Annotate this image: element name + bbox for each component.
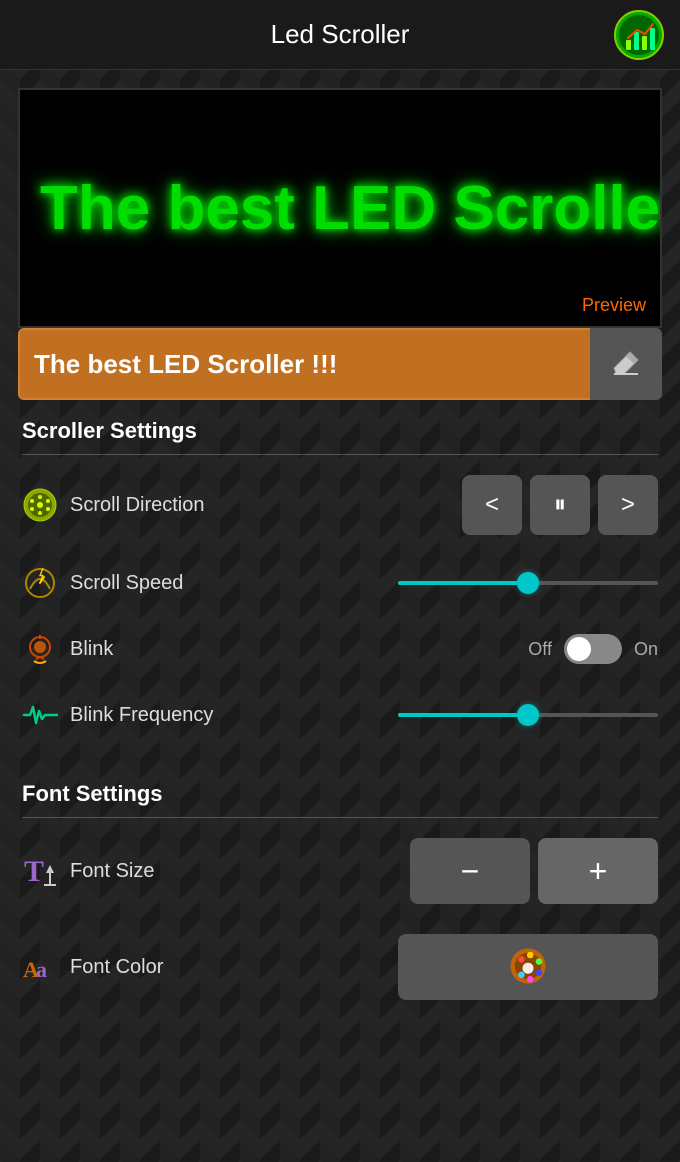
input-bar: The best LED Scroller !!! <box>18 328 662 400</box>
clear-button[interactable] <box>590 328 662 400</box>
scroll-left-button[interactable]: < <box>462 475 522 535</box>
font-color-label: A a Font Color <box>22 949 163 985</box>
blink-toggle[interactable] <box>564 634 622 664</box>
plus-icon: + <box>589 853 608 890</box>
analytics-icon[interactable] <box>614 10 664 60</box>
font-size-controls: − + <box>410 838 658 904</box>
palette-icon <box>506 944 550 991</box>
scroll-speed-text: Scroll Speed <box>70 572 183 595</box>
font-color-text: Font Color <box>70 956 163 979</box>
blink-frequency-text: Blink Frequency <box>70 704 213 727</box>
blink-icon <box>22 631 58 667</box>
blink-frequency-icon <box>22 697 58 733</box>
font-color-button[interactable] <box>398 934 658 1000</box>
header: Led Scroller <box>0 0 680 70</box>
blink-row: Blink Off On <box>22 631 658 667</box>
blink-off-label: Off <box>528 639 552 660</box>
svg-text:a: a <box>36 957 47 982</box>
scroll-direction-text: Scroll Direction <box>70 494 204 517</box>
blink-frequency-row: Blink Frequency <box>22 697 658 733</box>
blink-frequency-slider[interactable] <box>398 705 658 725</box>
font-color-icon: A a <box>22 949 58 985</box>
scroll-direction-label: Scroll Direction <box>22 487 204 523</box>
font-size-minus-button[interactable]: − <box>410 838 530 904</box>
scroll-speed-slider[interactable] <box>398 573 658 593</box>
font-size-text: Font Size <box>70 860 154 883</box>
scroller-settings-title: Scroller Settings <box>22 418 658 444</box>
font-settings-divider <box>22 817 658 818</box>
font-color-row: A a Font Color <box>22 934 658 1000</box>
preview-label: Preview <box>582 295 646 316</box>
blink-text: Blink <box>70 638 113 661</box>
blink-toggle-group: Off On <box>528 634 658 664</box>
scroll-pause-button[interactable]: ⏸ <box>530 475 590 535</box>
scroll-speed-row: Scroll Speed <box>22 565 658 601</box>
direction-buttons: < ⏸ > <box>462 475 658 535</box>
font-size-label: T Font Size <box>22 853 154 889</box>
led-preview-text: The best LED Scroller !!! <box>20 173 662 244</box>
scroll-direction-row: Scroll Direction < ⏸ > <box>22 475 658 535</box>
font-size-icon: T <box>22 853 58 889</box>
scroll-right-button[interactable]: > <box>598 475 658 535</box>
blink-on-label: On <box>634 639 658 660</box>
led-preview-area: The best LED Scroller !!! Preview <box>18 88 662 328</box>
pause-icon: ⏸ <box>554 491 566 519</box>
scroller-settings-divider <box>22 454 658 455</box>
app-title: Led Scroller <box>271 19 410 50</box>
blink-label: Blink <box>22 631 113 667</box>
minus-icon: − <box>461 853 480 890</box>
led-text-input[interactable]: The best LED Scroller !!! <box>18 328 590 400</box>
scroll-speed-label: Scroll Speed <box>22 565 183 601</box>
font-settings-title: Font Settings <box>22 781 658 807</box>
toggle-knob <box>567 637 591 661</box>
font-size-row: T Font Size − + <box>22 838 658 904</box>
scroll-speed-icon <box>22 565 58 601</box>
scroll-direction-icon <box>22 487 58 523</box>
scroller-settings: Scroller Settings Scroll Dir <box>0 400 680 733</box>
blink-frequency-label: Blink Frequency <box>22 697 213 733</box>
font-size-plus-button[interactable]: + <box>538 838 658 904</box>
font-settings: Font Settings T Font Size − + <box>0 763 680 1000</box>
svg-text:T: T <box>24 855 44 888</box>
